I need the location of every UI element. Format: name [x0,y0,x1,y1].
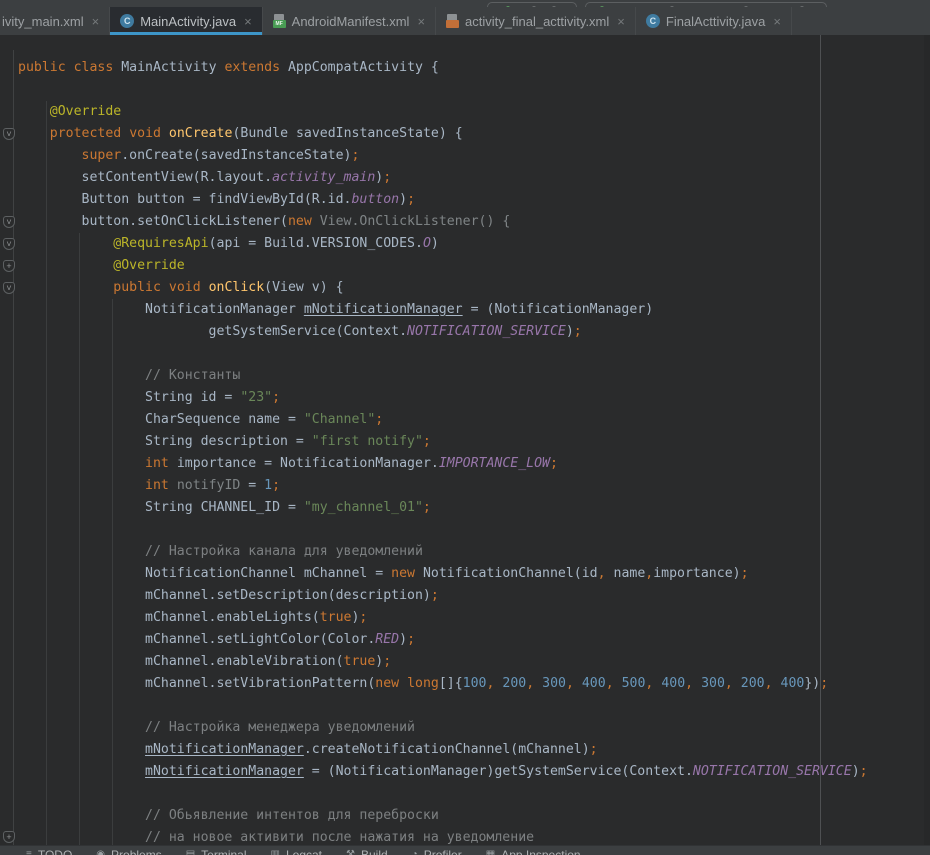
tool-window-bar: ≡ TODO ◉ Problems ▤ Terminal ▥ Logcat ⚒ Build ◔ Pro… [0,845,930,855]
code-line: mNotificationManager.createNotificationC… [18,739,868,761]
code-line [18,79,868,101]
tab-activity_final_acttivity.xml[interactable]: activity_final_acttivity.xml × [436,7,636,35]
main-toolbar [0,0,930,7]
tab-AndroidManifest.xml[interactable]: MF AndroidManifest.xml × [263,7,436,35]
code-line: NotificationManager mNotificationManager… [18,299,868,321]
tool-window-button-Logcat[interactable]: ▥ Logcat [271,848,322,855]
code-line [18,343,868,365]
code-editor[interactable]: public class MainActivity extends AppCom… [0,35,930,845]
code-line: @Override [18,101,868,123]
code-line: // на новое активити после нажатия на ув… [18,827,868,845]
tab-close-icon[interactable]: × [417,14,425,29]
tool-window-button-Profiler[interactable]: ◔ Profiler [412,848,462,855]
editor-scrollbar[interactable] [924,35,930,845]
code-line: public class MainActivity extends AppCom… [18,57,868,79]
java-class-icon: C [120,14,134,28]
tool-window-button-Problems[interactable]: ◉ Problems [96,848,161,855]
code-line: // Настройка менеджера уведомлений [18,717,868,739]
code-line: mChannel.setDescription(description); [18,585,868,607]
tab-label: FinalActtivity.java [666,14,765,29]
terminal-icon: ▤ [186,848,195,855]
tool-window-label: Terminal [201,848,246,855]
tab-close-icon[interactable]: × [617,14,625,29]
tab-MainActivity.java[interactable]: C MainActivity.java × [110,7,262,35]
code-area: public class MainActivity extends AppCom… [18,35,868,845]
code-line: mChannel.setLightColor(Color.RED); [18,629,868,651]
code-line: int importance = NotificationManager.IMP… [18,453,868,475]
tool-window-items: ≡ TODO ◉ Problems ▤ Terminal ▥ Logcat ⚒ Build ◔ Pro… [26,848,581,855]
code-line: int notifyID = 1; [18,475,868,497]
tool-window-label: Profiler [424,848,462,855]
tool-window-button-Build[interactable]: ⚒ Build [346,848,388,855]
tab-ivity_main.xml[interactable]: ivity_main.xml × [0,7,110,35]
code-line: protected void onCreate(Bundle savedInst… [18,123,868,145]
code-line: CharSequence name = "Channel"; [18,409,868,431]
code-line: String description = "first notify"; [18,431,868,453]
tab-label: MainActivity.java [140,14,236,29]
tab-label: AndroidManifest.xml [292,14,410,29]
tool-window-label: TODO [38,848,72,855]
tool-window-label: App Inspection [501,848,580,855]
code-line: String CHANNEL_ID = "my_channel_01"; [18,497,868,519]
app-inspection-icon: ▦ [486,848,495,855]
tool-window-label: Logcat [286,848,322,855]
code-line: NotificationChannel mChannel = new Notif… [18,563,868,585]
editor-tab-bar: ivity_main.xml × C MainActivity.java × MF Andr… [0,7,930,35]
tab-close-icon[interactable]: × [244,14,252,29]
code-line: mChannel.setVibrationPattern(new long[]{… [18,673,868,695]
fold-toggle-icon[interactable]: ˅ [3,282,15,294]
code-line: // Константы [18,365,868,387]
code-line: @RequiresApi(api = Build.VERSION_CODES.O… [18,233,868,255]
profiler-icon: ◔ [412,848,418,855]
todo-list-icon: ≡ [26,848,32,855]
java-class-icon: C [646,14,660,28]
tool-window-button-Terminal[interactable]: ▤ Terminal [186,848,247,855]
code-line: setContentView(R.layout.activity_main); [18,167,868,189]
manifest-file-icon: MF [273,14,286,28]
tool-window-label: Problems [111,848,162,855]
tool-window-button-App Inspection[interactable]: ▦ App Inspection [486,848,581,855]
code-line: @Override [18,255,868,277]
code-line: super.onCreate(savedInstanceState); [18,145,868,167]
code-line [18,519,868,541]
tab-FinalActtivity.java[interactable]: C FinalActtivity.java × [636,7,792,35]
fold-toggle-icon[interactable]: + [3,831,15,843]
tool-window-label: Build [361,848,388,855]
code-line [18,783,868,805]
problems-icon: ◉ [96,848,105,855]
tool-window-button-TODO[interactable]: ≡ TODO [26,848,72,855]
code-line: // Настройка канала для уведомлений [18,541,868,563]
code-line: Button button = findViewById(R.id.button… [18,189,868,211]
code-line [18,35,868,57]
gutter-fold-line [13,50,14,845]
code-line: String id = "23"; [18,387,868,409]
code-line: public void onClick(View v) { [18,277,868,299]
logcat-icon: ▥ [271,848,280,855]
fold-toggle-icon[interactable]: ˅ [3,216,15,228]
code-line [18,695,868,717]
fold-toggle-icon[interactable]: ˅ [3,238,15,250]
ide-window: ivity_main.xml × C MainActivity.java × MF Andr… [0,0,930,855]
tab-label: activity_final_acttivity.xml [465,14,609,29]
layout-xml-file-icon [446,14,459,28]
code-line: mChannel.enableVibration(true); [18,651,868,673]
fold-toggle-icon[interactable]: + [3,260,15,272]
code-line: getSystemService(Context.NOTIFICATION_SE… [18,321,868,343]
tab-close-icon[interactable]: × [92,14,100,29]
code-line: // Обьявление интентов для переброски [18,805,868,827]
code-line: button.setOnClickListener(new View.OnCli… [18,211,868,233]
fold-toggle-icon[interactable]: ˅ [3,128,15,140]
build-hammer-icon: ⚒ [346,848,355,855]
code-line: mChannel.enableLights(true); [18,607,868,629]
tab-close-icon[interactable]: × [773,14,781,29]
code-line: mNotificationManager = (NotificationMana… [18,761,868,783]
tab-label: ivity_main.xml [2,14,84,29]
